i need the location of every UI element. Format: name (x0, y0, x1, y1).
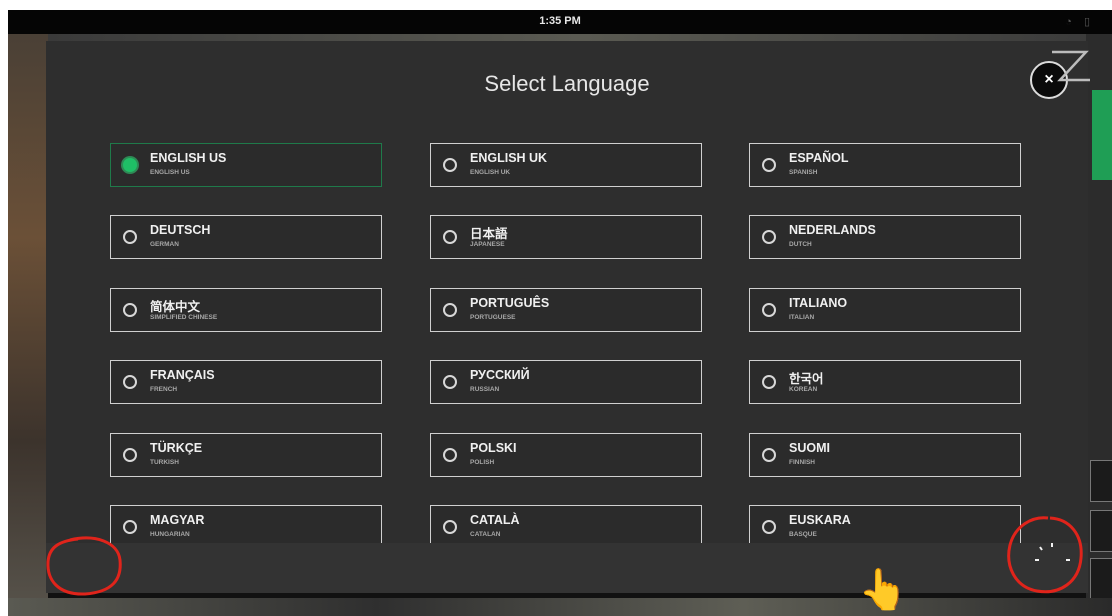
radio-icon[interactable] (123, 520, 137, 534)
modal-title: Select Language (484, 71, 650, 96)
close-button[interactable]: × (1030, 61, 1068, 99)
language-option[interactable]: ESPAÑOL SPANISH (749, 143, 1021, 187)
radio-icon[interactable] (443, 303, 457, 317)
close-icon: × (1044, 71, 1054, 88)
language-option[interactable]: DEUTSCH GERMAN (110, 215, 382, 259)
battery-icon: ▯ (1083, 16, 1102, 28)
radio-icon[interactable] (762, 158, 776, 172)
background-scene-left (8, 34, 48, 616)
language-subtitle: ITALIAN (789, 314, 815, 321)
language-name: 简体中文 (150, 300, 201, 314)
language-subtitle: PORTUGUESE (470, 314, 516, 321)
language-option[interactable]: PORTUGUÊS PORTUGUESE (430, 288, 702, 332)
language-name: 한국어 (789, 372, 824, 386)
language-name: ESPAÑOL (789, 151, 849, 165)
language-grid: ENGLISH US ENGLISH US ENGLISH UK ENGLISH UK… (110, 143, 1022, 553)
status-bar: 1:35 PM ◔▯ (8, 10, 1112, 34)
radio-icon[interactable] (762, 303, 776, 317)
radio-icon[interactable] (443, 230, 457, 244)
language-modal: Select Language × ENGLISH US ENGLISH US EN… (46, 41, 1088, 593)
language-subtitle: ENGLISH UK (470, 169, 511, 176)
radio-selected-icon[interactable] (123, 158, 137, 172)
pointer-hand-icon: 👆 (858, 568, 908, 612)
language-name: FRANÇAIS (150, 368, 215, 382)
radio-icon[interactable] (123, 375, 137, 389)
background-green-tab (1092, 90, 1112, 180)
language-name: TÜRKÇE (150, 441, 203, 455)
language-subtitle: POLISH (470, 459, 495, 466)
language-name: РУССКИЙ (470, 368, 530, 382)
language-subtitle: SIMPLIFIED CHINESE (150, 314, 218, 321)
language-option[interactable]: 简体中文 SIMPLIFIED CHINESE (110, 288, 382, 332)
language-subtitle: BASQUE (789, 531, 817, 538)
background-side-button (1090, 510, 1112, 552)
language-name: MAGYAR (150, 513, 205, 527)
language-name: EUSKARA (789, 513, 851, 527)
language-name: DEUTSCH (150, 223, 211, 237)
language-name: ENGLISH US (150, 151, 227, 165)
language-subtitle: GERMAN (150, 241, 179, 248)
background-side-button (1090, 460, 1112, 502)
radio-icon[interactable] (123, 303, 137, 317)
radio-icon[interactable] (762, 520, 776, 534)
language-option[interactable]: POLSKI POLISH (430, 433, 702, 477)
language-option[interactable]: 한국어 KOREAN (749, 360, 1021, 404)
radio-icon[interactable] (762, 230, 776, 244)
language-name: 日本語 (470, 227, 508, 241)
language-subtitle: HUNGARIAN (150, 531, 190, 538)
radio-icon[interactable] (443, 375, 457, 389)
radio-icon[interactable] (123, 230, 137, 244)
language-name: NEDERLANDS (789, 223, 876, 237)
language-name: ENGLISH UK (470, 151, 548, 165)
modal-footer (46, 543, 1088, 593)
language-option[interactable]: FRANÇAIS FRENCH (110, 360, 382, 404)
radio-icon[interactable] (762, 448, 776, 462)
radio-icon[interactable] (443, 158, 457, 172)
language-option[interactable]: NEDERLANDS DUTCH (749, 215, 1021, 259)
language-option[interactable]: ENGLISH US ENGLISH US (110, 143, 382, 187)
language-subtitle: RUSSIAN (470, 386, 500, 393)
language-option[interactable]: TÜRKÇE TURKISH (110, 433, 382, 477)
wifi-icon: ◔ (1065, 16, 1084, 28)
status-time: 1:35 PM (539, 15, 581, 27)
language-subtitle: CATALAN (470, 531, 501, 538)
language-subtitle: ENGLISH US (150, 169, 190, 176)
radio-icon[interactable] (443, 520, 457, 534)
language-subtitle: DUTCH (789, 241, 812, 248)
radio-icon[interactable] (123, 448, 137, 462)
language-subtitle: JAPANESE (470, 241, 505, 248)
language-name: CATALÀ (470, 513, 520, 527)
language-subtitle: SPANISH (789, 169, 818, 176)
language-subtitle: KOREAN (789, 386, 818, 393)
language-name: ITALIANO (789, 296, 848, 310)
language-option[interactable]: 日本語 JAPANESE (430, 215, 702, 259)
language-option[interactable]: ITALIANO ITALIAN (749, 288, 1021, 332)
language-subtitle: FINNISH (789, 459, 815, 466)
language-name: SUOMI (789, 441, 830, 455)
language-name: PORTUGUÊS (470, 296, 550, 310)
radio-icon[interactable] (443, 448, 457, 462)
language-option[interactable]: ENGLISH UK ENGLISH UK (430, 143, 702, 187)
language-option[interactable]: РУССКИЙ RUSSIAN (430, 360, 702, 404)
device-screen: 1:35 PM ◔▯ Select Language × ENGLISH US E… (8, 10, 1112, 616)
language-option[interactable]: SUOMI FINNISH (749, 433, 1021, 477)
background-side-button (1090, 558, 1112, 600)
language-name: POLSKI (470, 441, 517, 455)
background-scene-bottom (8, 598, 1112, 616)
radio-icon[interactable] (762, 375, 776, 389)
language-subtitle: TURKISH (150, 459, 179, 466)
language-subtitle: FRENCH (150, 386, 178, 393)
